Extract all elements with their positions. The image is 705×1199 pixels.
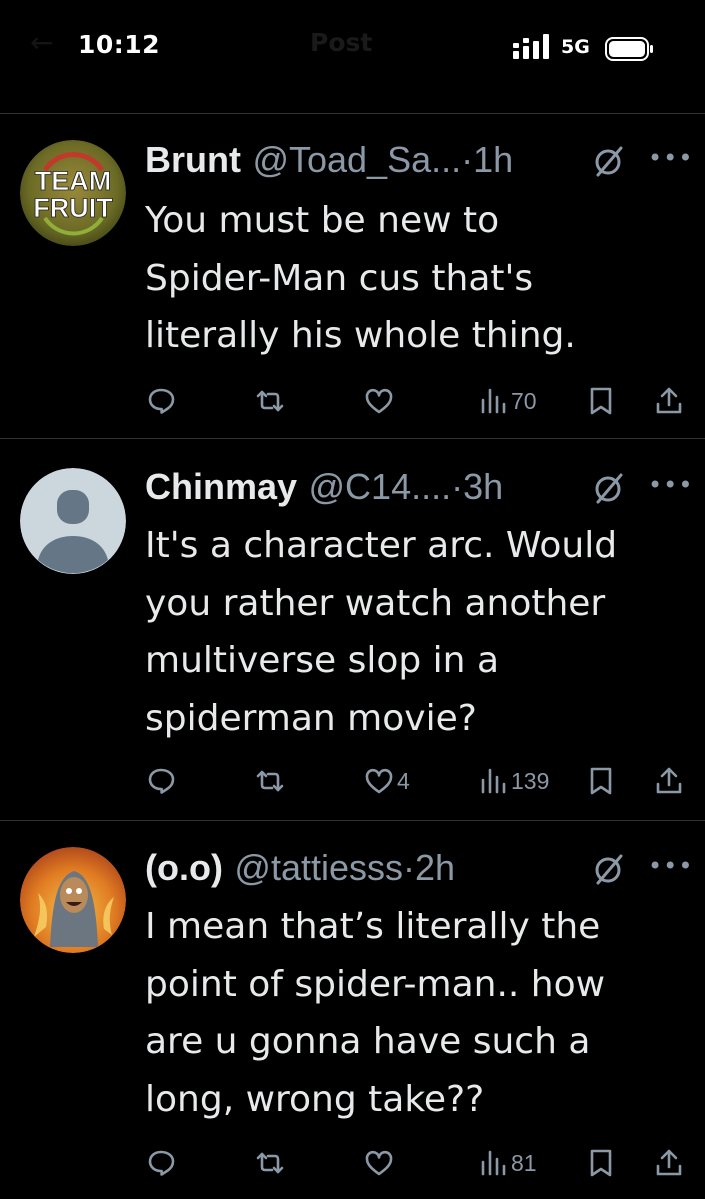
tweet-text-line: You must be new to [145,200,500,241]
tweet-text-line: you rather watch another [145,582,606,624]
status-time: 10:12 [78,30,161,59]
views-icon [481,388,506,414]
tweet-text-line: long, wrong take?? [145,1078,485,1120]
cartoon-character-avatar-icon [20,847,126,953]
tweet-text: You must be new to Spider-Man cus that's… [145,192,685,365]
like-icon [365,1150,393,1176]
tweet-text-line: multiverse slop in a [145,640,500,681]
separator: · [403,847,416,888]
display-name[interactable]: Chinmay [145,466,297,507]
view-count: 139 [511,767,550,794]
repost-button[interactable] [254,384,286,418]
tweet-text-line: literally his whole thing. [145,315,576,356]
back-arrow-icon[interactable]: ← [30,26,53,59]
svg-text:FRUIT: FRUIT [33,193,113,223]
header-title: Post [310,28,373,57]
tweet-text-line: are u gonna have such a [145,1021,591,1062]
reply-button[interactable] [146,1146,176,1180]
repost-button[interactable] [254,764,286,798]
handle[interactable]: @tattiesss [234,847,403,888]
bookmark-icon [590,387,612,415]
avatar[interactable] [20,847,126,953]
bookmark-button[interactable] [588,764,614,798]
tweet-header: Chinmay @C14....·3h [145,466,503,509]
reply-icon [148,1150,175,1176]
like-icon [365,768,393,794]
view-count: 70 [511,387,537,414]
default-avatar-icon [20,468,126,574]
like-button[interactable]: 4 [364,764,410,798]
view-count: 81 [511,1149,537,1176]
share-icon [656,767,682,794]
avatar[interactable]: TEAM FRUIT [20,140,126,246]
views-icon [481,1150,506,1176]
bookmark-icon [590,1149,612,1177]
views-icon [481,768,506,794]
grok-icon[interactable] [592,471,626,505]
share-button[interactable] [655,1146,683,1180]
like-icon [365,388,393,414]
status-bar: ← Post 10:12 5G [0,0,705,100]
tweet-header: Brunt @Toad_Sa...·1h [145,139,513,182]
avatar[interactable] [20,468,126,574]
network-type: 5G [561,36,590,58]
grok-icon[interactable] [592,852,626,886]
battery-icon [605,37,653,61]
bookmark-button[interactable] [588,384,614,418]
timestamp[interactable]: 2h [415,847,455,888]
display-name[interactable]: Brunt [145,139,241,180]
tweet-text-line: Spider-Man cus that's [145,257,534,299]
reply-button[interactable] [146,764,176,798]
views-button[interactable]: 139 [478,764,549,798]
signal-bars-icon [513,34,549,59]
views-button[interactable]: 81 [478,1146,537,1180]
grok-icon[interactable] [592,144,626,178]
more-options-icon[interactable]: ••• [648,144,693,172]
like-count: 4 [397,767,410,794]
tweet-text-line: point of spider-man.. how [145,963,606,1005]
tweet-text-line: spiderman movie? [145,697,477,739]
views-button[interactable]: 70 [478,384,537,418]
share-button[interactable] [655,384,683,418]
repost-icon [256,770,284,792]
more-options-icon[interactable]: ••• [648,852,693,880]
timestamp[interactable]: 3h [463,466,503,507]
reply-icon [148,388,175,414]
repost-icon [256,1152,284,1174]
handle[interactable]: @C14.... [309,466,452,507]
reply-icon [148,768,175,794]
repost-button[interactable] [254,1146,286,1180]
tweet-text-line: It's a character arc. Would [145,525,618,566]
team-fruit-logo-icon: TEAM FRUIT [20,140,126,246]
tweet-text: It's a character arc. Would you rather w… [145,517,685,747]
share-icon [656,1149,682,1176]
repost-icon [256,390,284,412]
separator: · [451,466,464,507]
reply-tweet-tattiesss[interactable]: (o.o) @tattiesss·2h ••• I mean that’s li… [0,821,705,1199]
more-options-icon[interactable]: ••• [648,471,693,499]
timestamp[interactable]: 1h [473,139,513,180]
tweet-header: (o.o) @tattiesss·2h [145,847,455,890]
handle[interactable]: @Toad_Sa... [252,139,461,180]
display-name[interactable]: (o.o) [145,847,223,888]
tweet-text-line: I mean that’s literally the [145,906,601,947]
bookmark-button[interactable] [588,1146,614,1180]
like-button[interactable] [364,1146,397,1180]
tweet-text: I mean that’s literally the point of spi… [145,898,685,1128]
reply-tweet-chinmay[interactable]: Chinmay @C14....·3h ••• It's a character… [0,439,705,819]
reply-tweet-brunt[interactable]: TEAM FRUIT Brunt @Toad_Sa...·1h ••• You … [0,114,705,438]
share-button[interactable] [655,764,683,798]
separator: · [461,139,474,180]
like-button[interactable] [364,384,397,418]
svg-text:TEAM: TEAM [35,166,112,196]
reply-button[interactable] [146,384,176,418]
bookmark-icon [590,767,612,795]
share-icon [656,387,682,414]
